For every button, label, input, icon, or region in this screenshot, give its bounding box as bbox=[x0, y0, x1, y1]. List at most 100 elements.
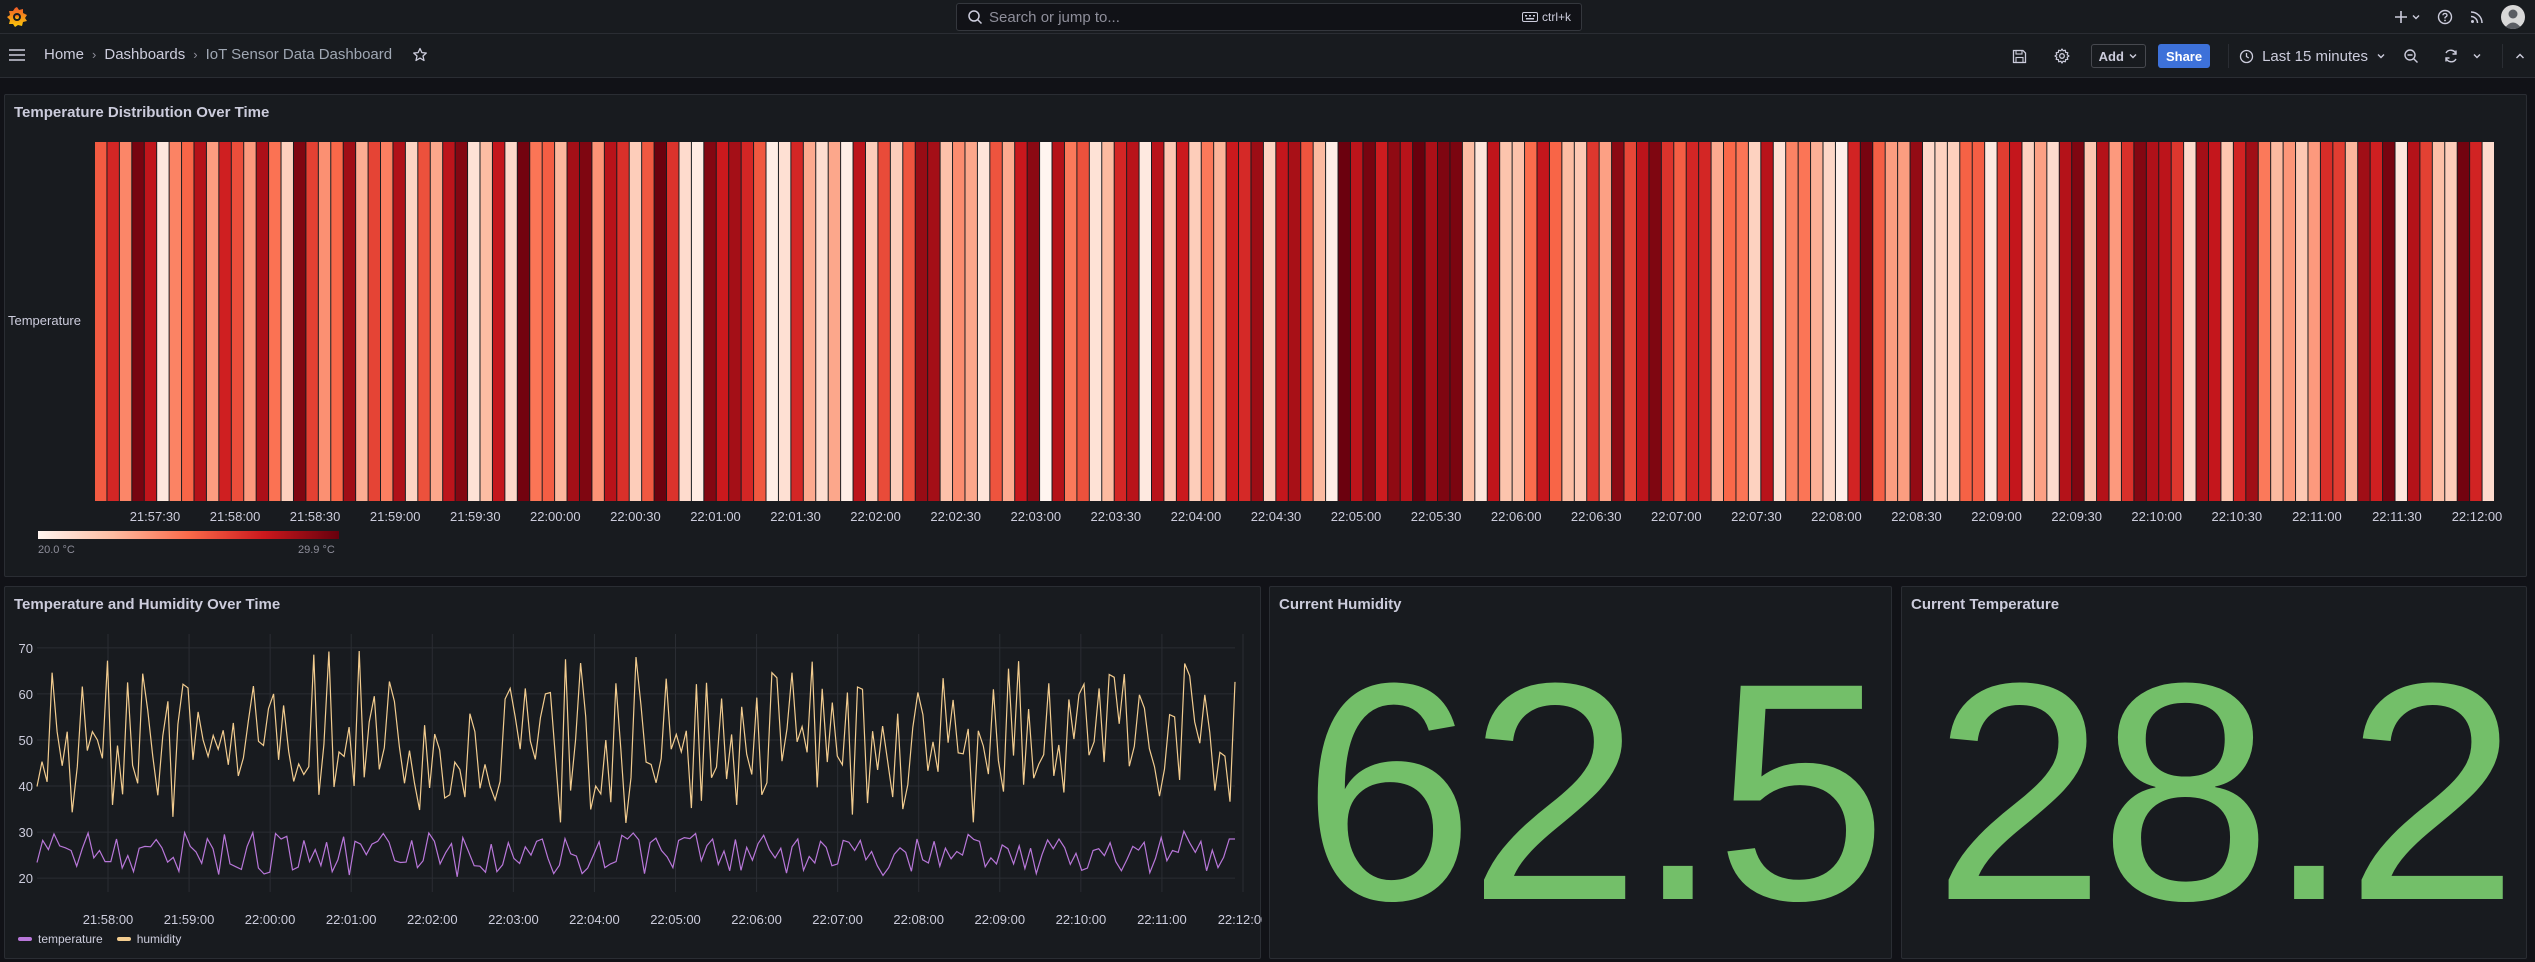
heatmap-cell[interactable] bbox=[356, 142, 368, 501]
help-button[interactable] bbox=[2437, 9, 2453, 25]
heatmap-cell[interactable] bbox=[1910, 142, 1922, 501]
heatmap-cell[interactable] bbox=[2308, 142, 2320, 501]
heatmap-cell[interactable] bbox=[2271, 142, 2283, 501]
dashboard-settings-button[interactable] bbox=[2049, 43, 2075, 69]
heatmap-cell[interactable] bbox=[592, 142, 604, 501]
refresh-button[interactable] bbox=[2438, 43, 2464, 69]
news-button[interactable] bbox=[2469, 9, 2485, 25]
breadcrumb-home[interactable]: Home bbox=[44, 46, 84, 63]
heatmap-cell[interactable] bbox=[1151, 142, 1164, 501]
grafana-logo-icon[interactable] bbox=[6, 6, 28, 28]
heatmap-cell[interactable] bbox=[1885, 142, 1898, 501]
heatmap-cell[interactable] bbox=[2432, 142, 2445, 501]
heatmap-cell[interactable] bbox=[629, 142, 642, 501]
heatmap-cell[interactable] bbox=[1438, 142, 1450, 501]
heatmap-cell[interactable] bbox=[455, 142, 468, 501]
heatmap-cell[interactable] bbox=[2196, 142, 2208, 501]
heatmap-cell[interactable] bbox=[2420, 142, 2432, 501]
heatmap-cell[interactable] bbox=[828, 142, 841, 501]
heatmap-cell[interactable] bbox=[430, 142, 443, 501]
heatmap-cell[interactable] bbox=[219, 142, 231, 501]
heatmap-cell[interactable] bbox=[1798, 142, 1811, 501]
heatmap-cell[interactable] bbox=[579, 142, 592, 501]
heatmap-cell[interactable] bbox=[2370, 142, 2383, 501]
heatmap-cell[interactable] bbox=[654, 142, 667, 501]
heatmap-cell[interactable] bbox=[1773, 142, 1786, 501]
heatmap-cell[interactable] bbox=[1947, 142, 1960, 501]
heatmap-cell[interactable] bbox=[1015, 142, 1027, 501]
heatmap-cell[interactable] bbox=[1313, 142, 1326, 501]
heatmap-chart[interactable]: 21:57:30 21:58:00 21:58:30 21:59:00 21:59:30… bbox=[0, 130, 2535, 530]
heatmap-cell[interactable] bbox=[878, 142, 890, 501]
heatmap-cell[interactable] bbox=[231, 142, 244, 501]
heatmap-cell[interactable] bbox=[1350, 142, 1363, 501]
heatmap-cell[interactable] bbox=[940, 142, 953, 501]
favorite-button[interactable] bbox=[412, 47, 428, 63]
heatmap-cell[interactable] bbox=[1972, 142, 1985, 501]
heatmap-cell[interactable] bbox=[617, 142, 629, 501]
heatmap-cell[interactable] bbox=[890, 142, 903, 501]
heatmap-cell[interactable] bbox=[990, 142, 1002, 501]
heatmap-cell[interactable] bbox=[841, 142, 853, 501]
heatmap-cell[interactable] bbox=[206, 142, 219, 501]
heatmap-cell[interactable] bbox=[1326, 142, 1338, 501]
heatmap-cell[interactable] bbox=[1898, 142, 1910, 501]
heatmap-cell[interactable] bbox=[791, 142, 803, 501]
heatmap-cell[interactable] bbox=[1375, 142, 1388, 501]
heatmap-cell[interactable] bbox=[1549, 142, 1562, 501]
heatmap-cell[interactable] bbox=[567, 142, 579, 501]
humidity-stat-panel[interactable]: Current Humidity 62.5 bbox=[1269, 586, 1892, 959]
heatmap-cell[interactable] bbox=[704, 142, 716, 501]
heatmap-cell[interactable] bbox=[1624, 142, 1636, 501]
heatmap-cell[interactable] bbox=[1748, 142, 1761, 501]
heatmap-cell[interactable] bbox=[928, 142, 940, 501]
heatmap-cell[interactable] bbox=[1724, 142, 1736, 501]
heatmap-cell[interactable] bbox=[1400, 142, 1413, 501]
heatmap-cell[interactable] bbox=[144, 142, 157, 501]
heatmap-cell[interactable] bbox=[2072, 142, 2084, 501]
add-button[interactable]: Add bbox=[2090, 44, 2146, 68]
heatmap-cell[interactable] bbox=[2457, 142, 2470, 501]
heatmap-cell[interactable] bbox=[542, 142, 555, 501]
heatmap-cell[interactable] bbox=[1102, 142, 1114, 501]
heatmap-cell[interactable] bbox=[368, 142, 381, 501]
heatmap-cell[interactable] bbox=[418, 142, 430, 501]
heatmap-cell[interactable] bbox=[405, 142, 418, 501]
heatmap-cell[interactable] bbox=[492, 142, 505, 501]
heatmap-cell[interactable] bbox=[1226, 142, 1239, 501]
heatmap-cell[interactable] bbox=[1450, 142, 1462, 501]
heatmap-cell[interactable] bbox=[256, 142, 269, 501]
heatmap-cell[interactable] bbox=[2146, 142, 2159, 501]
heatmap-cell[interactable] bbox=[2059, 142, 2072, 501]
heatmap-cell[interactable] bbox=[119, 142, 132, 501]
heatmap-cell[interactable] bbox=[1512, 142, 1525, 501]
heatmap-cell[interactable] bbox=[2109, 142, 2121, 501]
legend-item-temperature[interactable]: temperature bbox=[18, 932, 103, 946]
heatmap-cell[interactable] bbox=[269, 142, 281, 501]
heatmap-cell[interactable] bbox=[1052, 142, 1064, 501]
heatmap-cell[interactable] bbox=[1711, 142, 1724, 501]
heatmap-cell[interactable] bbox=[1960, 142, 1972, 501]
heatmap-cell[interactable] bbox=[754, 142, 766, 501]
heatmap-cell[interactable] bbox=[2395, 142, 2407, 501]
heatmap-cell[interactable] bbox=[1363, 142, 1375, 501]
heatmap-cell[interactable] bbox=[977, 142, 990, 501]
heatmap-cell[interactable] bbox=[1736, 142, 1748, 501]
zoom-out-button[interactable] bbox=[2398, 43, 2424, 69]
heatmap-cell[interactable] bbox=[1525, 142, 1537, 501]
heatmap-cell[interactable] bbox=[853, 142, 865, 501]
heatmap-cell[interactable] bbox=[157, 142, 169, 501]
heatmap-cell[interactable] bbox=[953, 142, 965, 501]
heatmap-cell[interactable] bbox=[1338, 142, 1350, 501]
heatmap-cell[interactable] bbox=[281, 142, 293, 501]
heatmap-cell[interactable] bbox=[1985, 142, 1997, 501]
heatmap-cell[interactable] bbox=[1114, 142, 1127, 501]
menu-toggle-button[interactable] bbox=[8, 47, 26, 67]
heatmap-cell[interactable] bbox=[381, 142, 393, 501]
heatmap-cell[interactable] bbox=[1425, 142, 1438, 501]
heatmap-cell[interactable] bbox=[1699, 142, 1711, 501]
heatmap-cell[interactable] bbox=[1636, 142, 1649, 501]
heatmap-cell[interactable] bbox=[1860, 142, 1873, 501]
heatmap-cell[interactable] bbox=[803, 142, 816, 501]
heatmap-cell[interactable] bbox=[1537, 142, 1549, 501]
